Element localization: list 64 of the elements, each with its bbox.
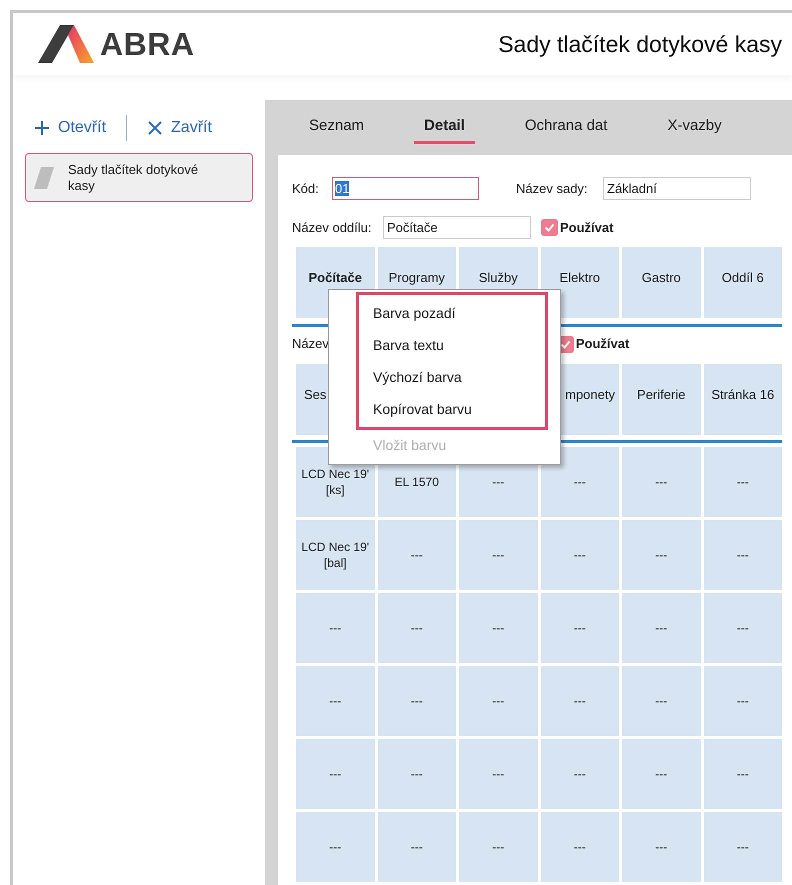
touch-button[interactable]: --- <box>540 812 619 882</box>
touch-button[interactable]: --- <box>296 666 374 736</box>
tab[interactable]: Detail <box>414 112 475 144</box>
parallelogram-icon <box>34 167 54 189</box>
menu-item[interactable]: Výchozí barva <box>359 361 462 393</box>
touch-button[interactable]: --- <box>459 666 538 736</box>
touch-button[interactable]: --- <box>540 739 619 809</box>
touch-button[interactable]: --- <box>704 593 782 663</box>
touch-button[interactable]: --- <box>622 593 700 663</box>
sidebar-item[interactable]: Sady tlačítek dotykové kasy <box>25 153 253 202</box>
group-button[interactable]: Gastro <box>622 247 700 318</box>
open-button[interactable]: Otevřít <box>34 116 106 140</box>
touch-button[interactable]: --- <box>540 520 619 590</box>
use-label: Používat <box>560 218 614 237</box>
touch-button[interactable]: --- <box>459 520 538 590</box>
checkbox[interactable] <box>541 219 558 236</box>
touch-button[interactable]: --- <box>622 447 700 517</box>
touch-button[interactable]: --- <box>704 666 782 736</box>
touch-button[interactable]: --- <box>378 593 456 663</box>
code-label: Kód: <box>292 180 320 198</box>
touch-button[interactable]: --- <box>622 739 700 809</box>
touch-button[interactable]: --- <box>459 593 538 663</box>
code-field[interactable]: 01 <box>332 177 479 200</box>
touch-button[interactable]: LCD Nec 19' [bal] <box>296 520 374 590</box>
plus-icon <box>34 120 50 136</box>
touch-button[interactable]: --- <box>378 739 456 809</box>
tab[interactable]: Seznam <box>299 112 374 144</box>
logo-text: ABRA <box>100 25 194 64</box>
menu-item[interactable]: Kopírovat barvu <box>359 393 472 425</box>
set-name-label: Název sady: <box>516 180 589 198</box>
section-name-label: Název oddílu: <box>292 218 372 237</box>
group-button[interactable]: Stránka 16 <box>704 364 782 435</box>
check-icon <box>544 222 555 233</box>
group-button[interactable]: Oddíl 6 <box>704 247 782 318</box>
close-button[interactable]: Zavřít <box>147 116 212 140</box>
menu-item[interactable]: Barva textu <box>359 329 444 361</box>
use-label: Používat <box>576 335 630 354</box>
section-name-field[interactable]: Počítače <box>383 216 531 239</box>
set-name-field[interactable]: Základní <box>603 177 751 200</box>
touch-button[interactable]: --- <box>704 739 782 809</box>
touch-button[interactable]: --- <box>459 812 538 882</box>
touch-button[interactable]: --- <box>540 593 619 663</box>
close-icon <box>147 120 164 136</box>
page-title: Sady tlačítek dotykové kasy <box>498 30 782 59</box>
touch-button[interactable]: --- <box>622 812 700 882</box>
group-button[interactable]: Periferie <box>622 364 700 435</box>
touch-button[interactable]: --- <box>704 812 782 882</box>
touch-button[interactable]: --- <box>622 666 700 736</box>
touch-button[interactable]: --- <box>540 447 619 517</box>
touch-button[interactable]: --- <box>459 739 538 809</box>
logo-icon <box>38 25 94 63</box>
touch-button[interactable]: --- <box>296 593 374 663</box>
touch-button[interactable]: --- <box>296 812 374 882</box>
touch-button[interactable]: --- <box>296 739 374 809</box>
touch-button[interactable]: --- <box>378 812 456 882</box>
tab[interactable]: Ochrana dat <box>514 112 618 144</box>
touch-button[interactable]: --- <box>378 520 456 590</box>
section-name-label: Název <box>292 335 329 354</box>
tab[interactable]: X-vazby <box>657 112 732 144</box>
touch-button[interactable]: --- <box>540 666 619 736</box>
touch-button[interactable]: --- <box>378 666 456 736</box>
touch-button[interactable]: --- <box>704 520 782 590</box>
touch-button[interactable]: --- <box>622 520 700 590</box>
touch-button[interactable]: --- <box>704 447 782 517</box>
